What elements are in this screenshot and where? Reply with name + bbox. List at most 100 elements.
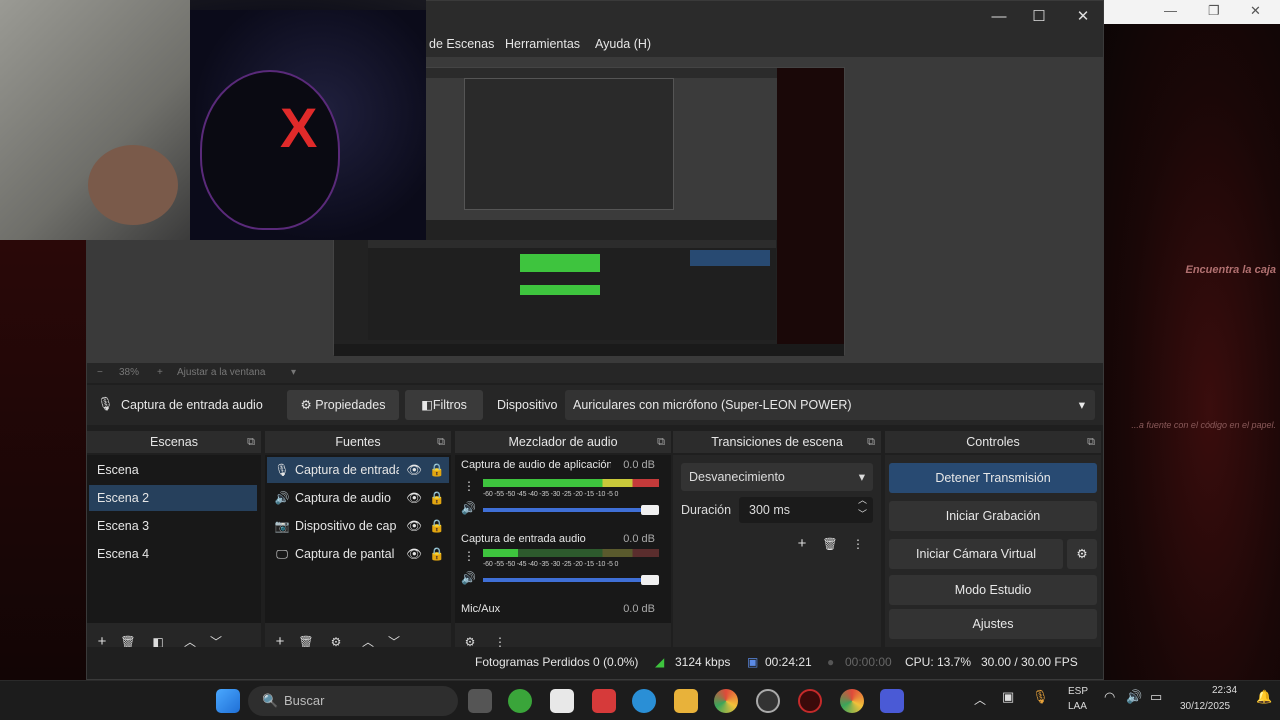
source-item-selected[interactable]: 🎙 Captura de entrada 👁 🔒	[267, 457, 449, 483]
volume-knob[interactable]	[641, 575, 659, 585]
visibility-eye-icon[interactable]: 👁	[405, 513, 423, 539]
source-context-bar: 🎙 Captura de entrada audio ⚙ Propiedades…	[87, 385, 1103, 425]
chrome-profile-icon[interactable]	[840, 689, 864, 713]
audio-level-meter	[483, 549, 659, 557]
meter-ticks: -60 -55 -50 -45 -40 -35 -30 -25 -20 -15 …	[483, 491, 619, 498]
task-view-icon[interactable]	[468, 689, 492, 713]
close-button[interactable]: ✕	[1073, 7, 1093, 27]
opera-gx-icon[interactable]	[798, 689, 822, 713]
start-recording-button[interactable]: Iniciar Grabación	[889, 501, 1097, 531]
device-label: Dispositivo	[497, 398, 558, 412]
undock-icon[interactable]: ⧉	[1087, 431, 1095, 453]
start-icon[interactable]	[216, 689, 240, 713]
menu-scenes[interactable]: de Escenas	[429, 37, 494, 51]
lock-icon[interactable]: 🔒	[429, 541, 445, 567]
minimize-button[interactable]: —	[989, 7, 1009, 27]
visibility-eye-icon[interactable]: 👁	[405, 485, 423, 511]
edge-icon[interactable]	[632, 689, 656, 713]
lock-icon[interactable]: 🔒	[429, 457, 445, 483]
mic-icon: 🎙	[97, 396, 114, 411]
add-transition-button[interactable]: +	[793, 535, 811, 553]
chevron-down-icon: ▾	[858, 470, 865, 484]
undock-icon[interactable]: ⧉	[867, 431, 875, 453]
device-select[interactable]: Auriculares con micrófono (Super-LEON PO…	[565, 390, 1095, 420]
zoom-in-button[interactable]: +	[157, 367, 163, 378]
zoom-bar: − 38% + Ajustar a la ventana ▾	[87, 363, 1103, 383]
transition-select[interactable]: Desvanecimiento ▾	[681, 463, 873, 491]
spin-arrows-icon[interactable]: ︿ ﹀	[858, 493, 867, 521]
filters-button[interactable]: ◧Filtros	[405, 390, 483, 420]
volume-knob[interactable]	[641, 505, 659, 515]
discord-icon[interactable]	[880, 689, 904, 713]
browser-restore-button[interactable]: ❐	[1208, 3, 1220, 19]
zoom-dropdown-icon[interactable]: ▾	[291, 367, 296, 378]
wifi-icon[interactable]: ◠	[1104, 689, 1115, 705]
controls-panel: Detener Transmisión Iniciar Grabación In…	[885, 455, 1101, 663]
scene-item-selected[interactable]: Escena 2	[89, 485, 257, 511]
record-time: 00:00:00	[845, 655, 892, 669]
channel-menu-icon[interactable]: ⋮	[463, 479, 475, 493]
store-icon[interactable]	[550, 689, 574, 713]
background-desktop-left	[0, 240, 86, 680]
visibility-eye-icon[interactable]: 👁	[405, 541, 423, 567]
background-browser-titlebar: — ❐ ✕	[1104, 0, 1280, 24]
notification-icon[interactable]: 🔔	[1256, 689, 1272, 705]
language-top[interactable]: ESP	[1068, 686, 1088, 697]
monitor-icon: 🖵	[276, 547, 288, 561]
controls-dock-header: Controles ⧉	[885, 431, 1101, 453]
scene-item[interactable]: Escena 3	[89, 513, 257, 539]
battery-icon[interactable]: ▭	[1150, 689, 1162, 705]
obs-icon[interactable]	[756, 689, 780, 713]
volume-icon[interactable]: 🔊	[1126, 689, 1142, 705]
tray-app-icon[interactable]: ▣	[1002, 689, 1014, 705]
transition-menu-icon[interactable]: ⋮	[849, 535, 867, 553]
browser-close-button[interactable]: ✕	[1250, 3, 1261, 19]
stop-streaming-button[interactable]: Detener Transmisión	[889, 463, 1097, 493]
transitions-dock-header: Transiciones de escena ⧉	[673, 431, 881, 453]
maximize-button[interactable]: ☐	[1029, 7, 1049, 27]
duration-spinbox[interactable]: 300 ms ︿ ﹀	[739, 495, 873, 523]
lock-icon[interactable]: 🔒	[429, 513, 445, 539]
browser-minimize-button[interactable]: —	[1164, 3, 1177, 18]
scene-item[interactable]: Escena	[89, 457, 257, 483]
gear-icon: ⚙	[1076, 547, 1088, 561]
clock-time[interactable]: 22:34	[1212, 685, 1237, 696]
volume-slider[interactable]	[483, 578, 659, 582]
virtual-camera-settings-button[interactable]: ⚙	[1067, 539, 1097, 569]
source-item[interactable]: 📷 Dispositivo de cap 👁 🔒	[267, 513, 449, 539]
zoom-out-button[interactable]: −	[97, 367, 103, 378]
fit-window-label[interactable]: Ajustar a la ventana	[177, 367, 265, 378]
undock-icon[interactable]: ⧉	[247, 431, 255, 453]
menu-help[interactable]: Ayuda (H)	[595, 37, 651, 51]
language-bottom[interactable]: LAA	[1068, 701, 1087, 712]
source-item[interactable]: 🖵 Captura de pantal 👁 🔒	[267, 541, 449, 567]
studio-mode-button[interactable]: Modo Estudio	[889, 575, 1097, 605]
speaker-icon[interactable]: 🔊	[461, 501, 476, 515]
stream-time: 00:24:21	[765, 655, 812, 669]
speaker-icon[interactable]: 🔊	[461, 571, 476, 585]
settings-button[interactable]: Ajustes	[889, 609, 1097, 639]
remove-transition-button[interactable]: 🗑	[821, 535, 839, 553]
undock-icon[interactable]: ⧉	[657, 431, 665, 453]
visibility-eye-icon[interactable]: 👁	[405, 457, 423, 483]
lock-icon[interactable]: 🔒	[429, 485, 445, 511]
properties-button[interactable]: ⚙ Propiedades	[287, 390, 399, 420]
clock-date[interactable]: 30/12/2025	[1180, 701, 1230, 712]
start-virtual-camera-button[interactable]: Iniciar Cámara Virtual	[889, 539, 1063, 569]
office-icon[interactable]	[592, 689, 616, 713]
scene-item[interactable]: Escena 4	[89, 541, 257, 567]
microphone-icon[interactable]: 🎙	[1032, 689, 1049, 705]
chrome-icon[interactable]	[714, 689, 738, 713]
app-green-icon[interactable]	[508, 689, 532, 713]
chevron-up-icon[interactable]: ︿	[974, 691, 986, 708]
stream-icon: ▣	[747, 655, 759, 669]
menu-tools[interactable]: Herramientas	[505, 37, 580, 51]
undock-icon[interactable]: ⧉	[437, 431, 445, 453]
search-input[interactable]: 🔍 Buscar	[248, 686, 458, 716]
source-item[interactable]: 🔊 Captura de audio 👁 🔒	[267, 485, 449, 511]
volume-slider[interactable]	[483, 508, 659, 512]
channel-menu-icon[interactable]: ⋮	[463, 549, 475, 563]
audio-mixer-dock: Mezclador de audio ⧉ Captura de audio de …	[455, 431, 671, 663]
folder-icon[interactable]	[674, 689, 698, 713]
transitions-panel: Desvanecimiento ▾ Duración 300 ms ︿ ﹀ + 🗑…	[673, 455, 881, 663]
